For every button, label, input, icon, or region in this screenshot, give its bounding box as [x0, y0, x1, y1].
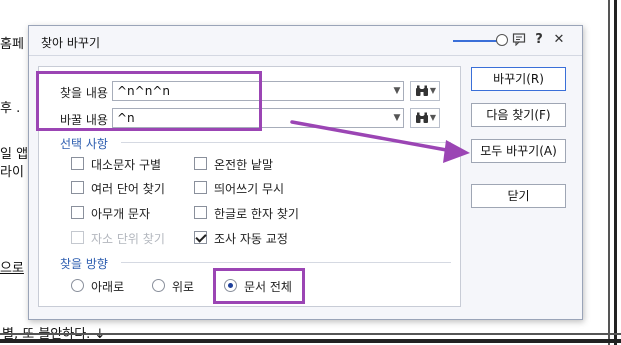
annotation-arrow — [290, 120, 470, 163]
